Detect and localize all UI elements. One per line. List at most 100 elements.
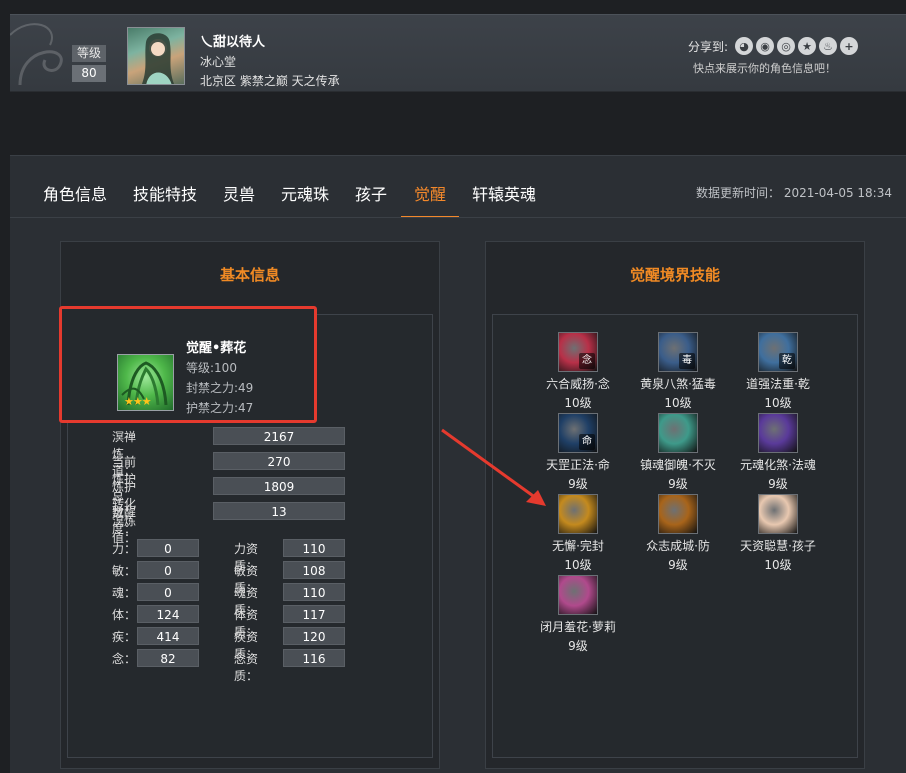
skill-name: 道强法重·乾: [746, 377, 810, 391]
tab-children[interactable]: 孩子: [355, 181, 387, 217]
attr-label: 念：: [112, 652, 137, 666]
skill-icon: [758, 413, 798, 453]
more-icon[interactable]: +: [840, 37, 858, 55]
aptitude-value: 108: [283, 561, 345, 579]
tab-bar: 角色信息 技能特技 灵兽 元魂珠 孩子 觉醒 轩辕英魂 数据更新时间： 2021…: [10, 156, 906, 218]
character-portrait-icon: [142, 33, 174, 84]
stat-value: 2167: [213, 427, 345, 445]
skill-icon: [558, 575, 598, 615]
attr-label: 力：: [112, 542, 137, 556]
skill-level: 10级: [764, 396, 792, 410]
wechat-icon[interactable]: ◕: [735, 37, 753, 55]
skill-name: 六合威扬·念: [546, 377, 610, 391]
skill-level: 9级: [568, 639, 588, 653]
skill-glyph: 毒: [679, 353, 695, 369]
awaken-skills-title: 觉醒境界技能: [629, 266, 720, 284]
tab-soul-orb[interactable]: 元魂珠: [281, 181, 329, 217]
attr-value: 414: [137, 627, 199, 645]
skill-item[interactable]: 镇魂御魄·不灭 9级: [628, 413, 728, 492]
awaken-portrait: ★★★: [117, 354, 174, 411]
aptitude-value: 116: [283, 649, 345, 667]
qq-icon[interactable]: ◉: [756, 37, 774, 55]
weibo-icon[interactable]: ◎: [777, 37, 795, 55]
awaken-summary-box: ★★★ 觉醒•葬花 等级:100 封禁之力:49 护禁之力:47: [59, 306, 317, 423]
skill-level: 10级: [564, 396, 592, 410]
skill-icon: [758, 494, 798, 534]
tab-skills[interactable]: 技能特技: [133, 181, 197, 217]
seal-power: 封禁之力:49: [186, 381, 254, 395]
skill-icon: [658, 413, 698, 453]
player-guild: 冰心堂: [200, 55, 237, 69]
attr-label: 敏：: [112, 564, 137, 578]
character-header: 等级 80 乀甜以待人 冰心堂 北京区 紫禁之巅 天之传承 分享到: ◕ ◉ ◎…: [10, 14, 906, 92]
attr-label: 魂：: [112, 586, 137, 600]
skill-icon: 乾: [758, 332, 798, 372]
guard-power: 护禁之力:47: [186, 401, 254, 415]
level-badge: 等级 80: [72, 45, 106, 82]
skill-glyph: 乾: [779, 353, 795, 369]
awaken-level: 等级:100: [186, 361, 237, 375]
skill-icon: [558, 494, 598, 534]
attr-value: 0: [137, 561, 199, 579]
level-label: 等级: [72, 45, 106, 62]
skill-icon: [658, 494, 698, 534]
aptitude-value: 117: [283, 605, 345, 623]
skill-item[interactable]: 念六合威扬·念 10级: [528, 332, 628, 411]
player-name: 乀甜以待人: [200, 35, 266, 50]
skill-item[interactable]: 元魂化煞·法魂 9级: [728, 413, 828, 492]
skill-item[interactable]: 命天罡正法·命 9级: [528, 413, 628, 492]
skill-name: 天罡正法·命: [546, 458, 610, 472]
aptitude-label: 念资质：: [234, 652, 259, 683]
skill-name: 镇魂御魄·不灭: [640, 458, 716, 472]
skill-item[interactable]: 乾道强法重·乾 10级: [728, 332, 828, 411]
skill-item[interactable]: 众志成城·防 9级: [628, 494, 728, 573]
skill-level: 10级: [564, 558, 592, 572]
skill-item[interactable]: 闭月羞花·萝莉 9级: [528, 575, 628, 654]
avatar: [127, 27, 185, 85]
skill-level: 9级: [668, 558, 688, 572]
awaken-name: 觉醒•葬花: [186, 341, 247, 356]
skill-name: 闭月羞花·萝莉: [540, 620, 616, 634]
stat-value: 13: [213, 502, 345, 520]
attr-value: 124: [137, 605, 199, 623]
skill-item[interactable]: 天资聪慧·孩子 10级: [728, 494, 828, 573]
update-time: 数据更新时间： 2021-04-05 18:34: [696, 186, 892, 200]
share-tip: 快点来展示你的角色信息吧！: [693, 62, 836, 75]
skill-name: 元魂化煞·法魂: [740, 458, 816, 472]
skill-level: 10级: [664, 396, 692, 410]
share-bar: 分享到: ◕ ◉ ◎ ★ ♨ +: [688, 37, 858, 55]
aptitude-value: 110: [283, 583, 345, 601]
tab-awaken[interactable]: 觉醒: [401, 181, 459, 217]
skill-item[interactable]: 毒黄泉八煞·猛毒 10级: [628, 332, 728, 411]
attr-label: 疾：: [112, 630, 137, 644]
skill-item[interactable]: 无懈·完封 10级: [528, 494, 628, 573]
tab-character-info[interactable]: 角色信息: [43, 181, 107, 217]
skill-name: 黄泉八煞·猛毒: [640, 377, 716, 391]
skill-name: 无懈·完封: [552, 539, 604, 553]
skill-icon: 毒: [658, 332, 698, 372]
skill-name: 天资聪慧·孩子: [740, 539, 816, 553]
stat-label: 觉醒度：: [112, 505, 137, 536]
aptitude-value: 110: [283, 539, 345, 557]
skill-icon: 命: [558, 413, 598, 453]
tab-pets[interactable]: 灵兽: [223, 181, 255, 217]
stat-value: 270: [213, 452, 345, 470]
attr-label: 体：: [112, 608, 137, 622]
basic-info-title: 基本信息: [219, 266, 280, 284]
skill-name: 众志成城·防: [646, 539, 710, 553]
star-rating-icon: ★★★: [124, 395, 152, 408]
tieba-icon[interactable]: ♨: [819, 37, 837, 55]
qzone-icon[interactable]: ★: [798, 37, 816, 55]
player-server: 北京区 紫禁之巅 天之传承: [200, 74, 340, 88]
skill-level: 9级: [668, 477, 688, 491]
skill-icon: 念: [558, 332, 598, 372]
skill-level: 9级: [768, 477, 788, 491]
attr-value: 82: [137, 649, 199, 667]
tab-xuanyuan-soul[interactable]: 轩辕英魂: [472, 181, 536, 217]
attr-value: 0: [137, 583, 199, 601]
skill-glyph: 念: [579, 353, 595, 369]
skill-level: 9级: [568, 477, 588, 491]
skill-level: 10级: [764, 558, 792, 572]
level-value: 80: [72, 65, 106, 82]
stat-value: 1809: [213, 477, 345, 495]
